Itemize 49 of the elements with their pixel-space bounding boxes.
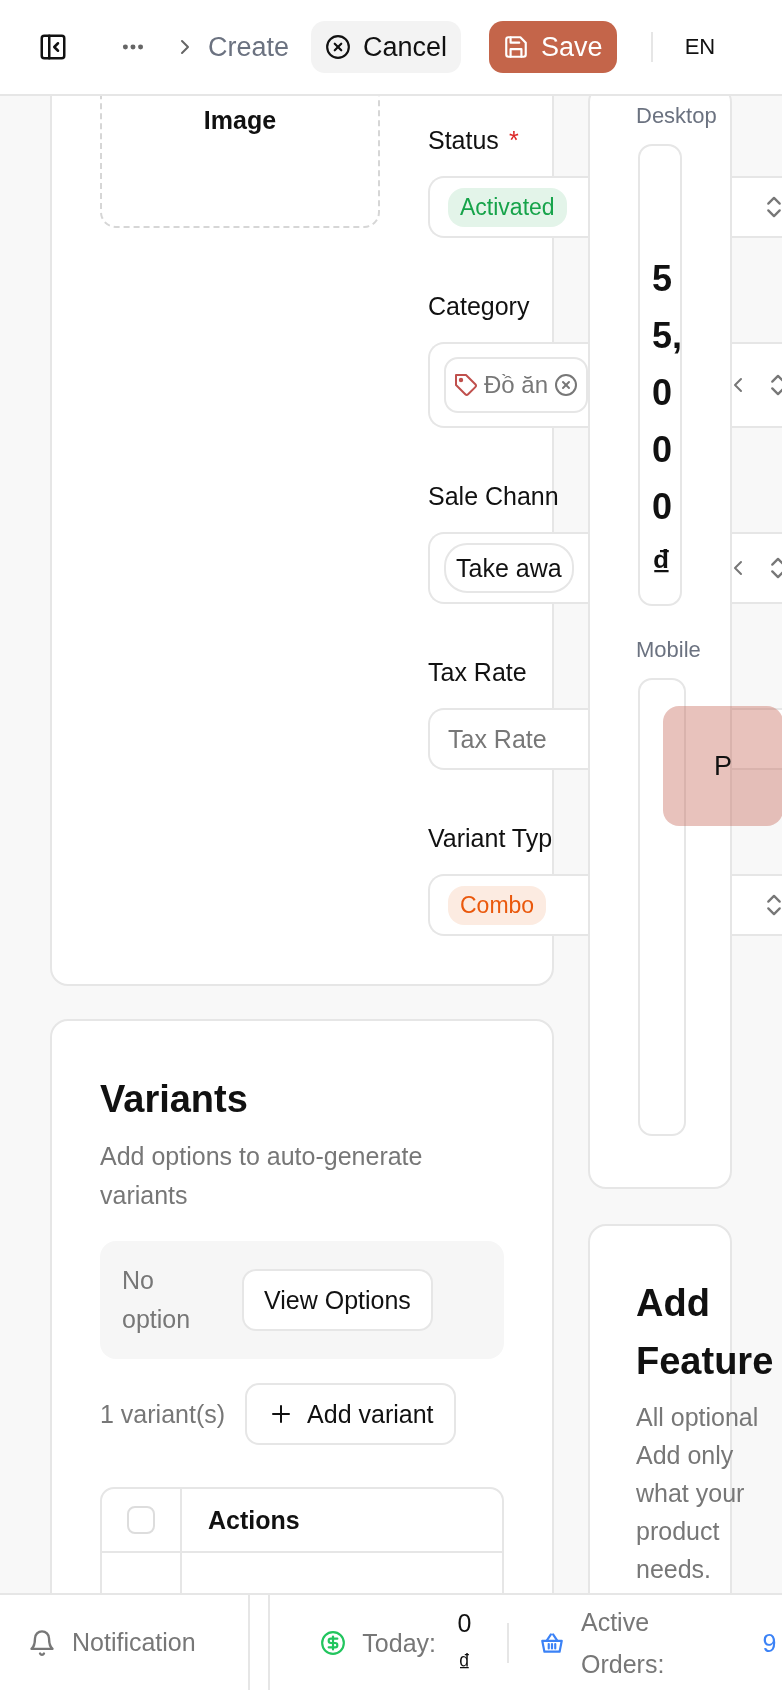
section-description: Add options to auto-generate variants <box>100 1141 424 1211</box>
close-circle-icon <box>325 34 352 60</box>
tag-icon <box>454 373 478 397</box>
select-field[interactable]: Take awa <box>428 532 588 604</box>
section-title: Variants <box>100 1077 249 1122</box>
image-dropzone[interactable]: Image <box>100 96 380 228</box>
updown-icon[interactable] <box>770 372 782 398</box>
section-description: All optional Add only what your product needs. <box>636 1402 760 1585</box>
input-field[interactable]: Tax Rate <box>428 708 588 770</box>
section-title: Add Feature <box>636 1281 775 1384</box>
dropzone-label: Image <box>203 105 277 136</box>
field-label: Sale Chann <box>428 481 559 512</box>
preview-label: Desktop <box>636 102 718 130</box>
add-variant-button[interactable]: Add variant <box>245 1383 456 1445</box>
field-label: Tax Rate <box>428 657 527 688</box>
price-text: 55,000₫ <box>652 257 684 586</box>
select-all-checkbox[interactable] <box>127 1506 155 1534</box>
stat-label: Active Orders: <box>581 1606 666 1680</box>
dollar-circle-icon <box>320 1629 347 1656</box>
sidebar-toggle-icon[interactable] <box>38 32 68 62</box>
updown-icon[interactable] <box>770 555 782 581</box>
bell-icon <box>28 1628 56 1657</box>
column-header: Actions <box>208 1505 300 1535</box>
stat-value: 9 <box>761 1627 778 1659</box>
stat-value: 0 ₫ <box>456 1607 473 1679</box>
empty-text: No option <box>122 1265 192 1335</box>
status-badge: Activated <box>448 187 567 227</box>
language-button[interactable]: EN <box>678 30 722 64</box>
field-label: Status <box>428 125 499 156</box>
required-mark: * <box>508 125 519 156</box>
save-button[interactable]: Save <box>489 21 617 73</box>
preview-label: Mobile <box>636 636 702 664</box>
view-options-button[interactable]: View Options <box>242 1269 433 1331</box>
placeholder-text: Tax Rate <box>448 724 547 754</box>
updown-icon[interactable] <box>766 194 782 220</box>
placeholder-avatar: P <box>663 706 782 826</box>
field-label: Category <box>428 291 530 322</box>
cancel-button[interactable]: Cancel <box>311 21 462 73</box>
tag-label: Đồ ăn <box>484 371 549 399</box>
stat-label: Today: <box>362 1627 436 1659</box>
status-badge: Combo <box>448 885 547 925</box>
remove-icon[interactable] <box>554 373 579 397</box>
notification-button[interactable]: Notification <box>0 1595 251 1690</box>
updown-icon[interactable] <box>766 892 782 918</box>
select-field[interactable]: Đồ ăn <box>428 342 588 428</box>
option-chip[interactable]: Take awa <box>444 543 574 593</box>
variant-count: 1 variant(s) <box>100 1399 226 1429</box>
field-label: Variant Typ <box>428 823 553 854</box>
breadcrumb-current: Create <box>208 31 290 63</box>
